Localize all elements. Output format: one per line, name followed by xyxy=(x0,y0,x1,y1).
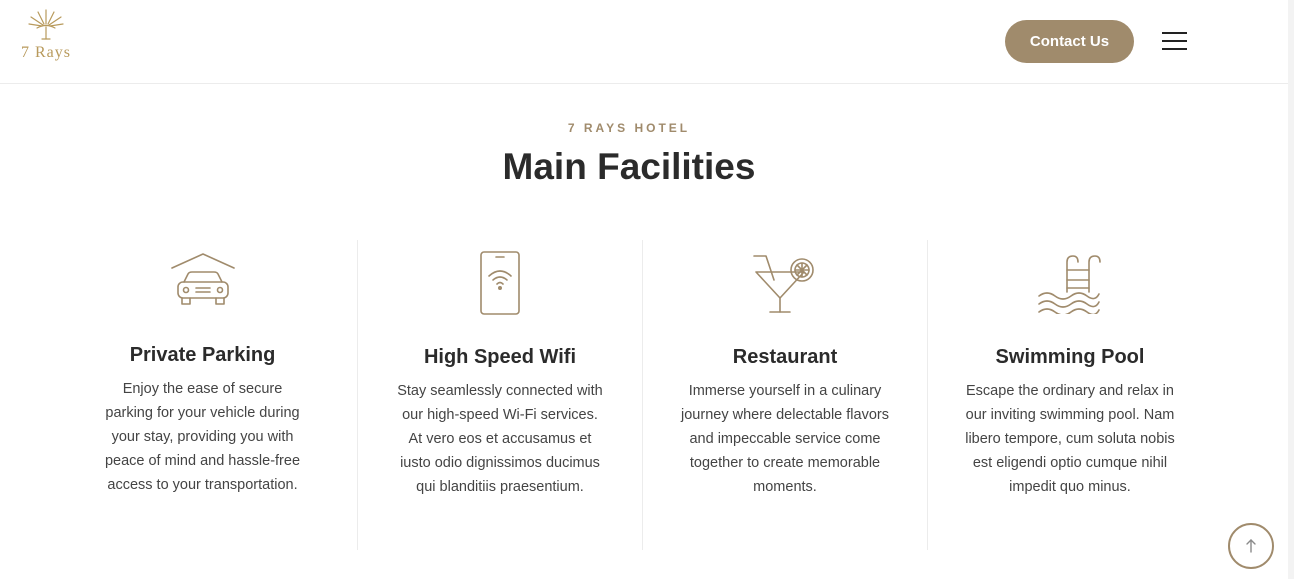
section-title: Main Facilities xyxy=(502,146,756,187)
facility-description: Enjoy the ease of secure parking for you… xyxy=(104,381,301,493)
contact-us-button[interactable]: Contact Us xyxy=(1005,20,1134,63)
facility-card: Restaurant Immerse yourself in a culinar… xyxy=(642,240,927,550)
logo-text: 7 Rays xyxy=(21,44,71,61)
page-scrollbar[interactable] xyxy=(1288,0,1294,579)
facility-description: Escape the ordinary and relax in our inv… xyxy=(965,383,1175,495)
car-garage-icon xyxy=(170,250,236,316)
sun-rays-logo-icon xyxy=(28,9,64,40)
facility-description: Immerse yourself in a culinary journey w… xyxy=(681,383,889,495)
facility-card: Swimming Pool Escape the ordinary and re… xyxy=(927,240,1212,550)
facility-title: Swimming Pool xyxy=(995,346,1145,368)
logo[interactable]: 7 Rays xyxy=(14,6,78,64)
facility-description: Stay seamlessly connected with our high-… xyxy=(397,383,603,495)
hamburger-menu-icon[interactable] xyxy=(1162,30,1190,52)
smartphone-wifi-icon xyxy=(467,250,533,316)
swimming-pool-icon xyxy=(1037,252,1103,318)
scroll-to-top-button[interactable] xyxy=(1228,523,1274,569)
site-header: 7 Rays Contact Us xyxy=(0,0,1294,84)
arrow-up-icon xyxy=(1246,539,1256,553)
facility-title: High Speed Wifi xyxy=(423,346,577,368)
facility-title: Restaurant xyxy=(732,346,838,368)
cocktail-glass-icon xyxy=(752,250,818,316)
facility-card: High Speed Wifi Stay seamlessly connecte… xyxy=(357,240,642,550)
facility-title: Private Parking xyxy=(129,344,276,366)
section-eyebrow: 7 RAYS HOTEL xyxy=(567,121,691,135)
facility-card: Private Parking Enjoy the ease of secure… xyxy=(60,240,345,550)
